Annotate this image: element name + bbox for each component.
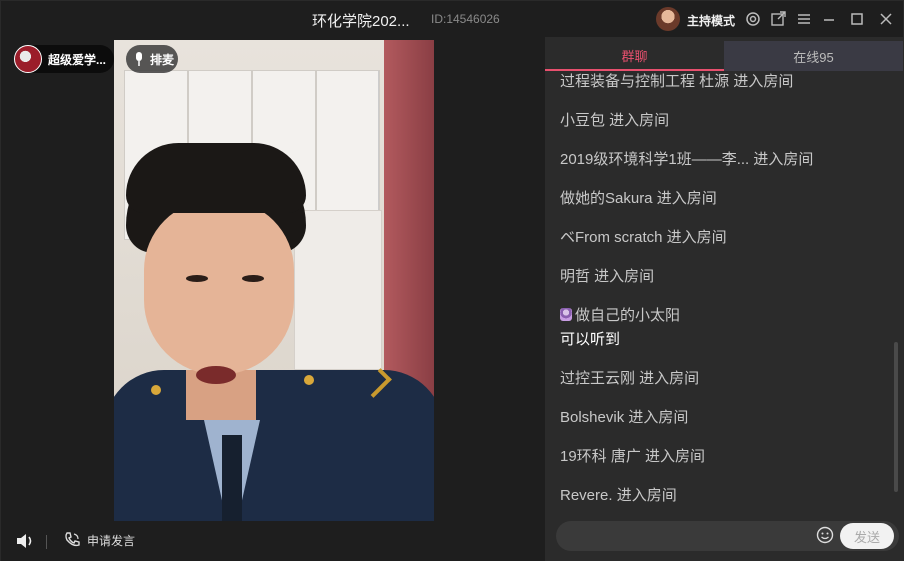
chat-message: Bolshevik 进入房间 <box>560 409 689 426</box>
chat-message-user: 做自己的小太阳 <box>560 304 680 325</box>
microphone-icon <box>136 52 142 66</box>
stage-bottom-bar: 申请发言 <box>1 525 545 561</box>
mic-queue-button[interactable]: 排麦 <box>126 45 178 73</box>
chat-tabs: 群聊 在线95 <box>545 41 903 71</box>
popout-icon[interactable] <box>768 9 788 29</box>
chat-message: 明哲 进入房间 <box>560 268 655 285</box>
user-emoji-icon <box>560 308 572 321</box>
live-room-window: 环化学院202... ID:14546026 主持模式 超级爱学... 排麦 申… <box>0 0 904 561</box>
streamer-avatar[interactable] <box>14 45 42 73</box>
host-avatar[interactable] <box>656 7 680 31</box>
speaker-icon[interactable] <box>15 531 35 556</box>
tab-group-chat[interactable]: 群聊 <box>545 41 724 71</box>
minimize-icon[interactable] <box>819 9 839 29</box>
chat-message: 19环科 唐广 进入房间 <box>560 448 706 465</box>
chat-message: 过程装备与控制工程 杜源 进入房间 <box>560 73 794 90</box>
chat-scrollbar[interactable] <box>894 342 898 492</box>
video-stage: 超级爱学... 排麦 申请发言 <box>1 37 545 561</box>
message-list[interactable]: 过程装备与控制工程 杜源 进入房间 小豆包 进入房间 2019级环境科学1班——… <box>545 71 891 513</box>
live-video[interactable] <box>114 40 434 521</box>
chat-input[interactable] <box>566 526 806 546</box>
chat-message: 做她的Sakura 进入房间 <box>560 190 717 207</box>
chat-user-name: 做自己的小太阳 <box>575 307 681 324</box>
divider <box>46 535 47 549</box>
chat-message: 小豆包 进入房间 <box>560 112 670 129</box>
streamer-name: 超级爱学... <box>48 52 107 67</box>
host-mode-label[interactable]: 主持模式 <box>687 12 735 29</box>
title-bar: 环化学院202... ID:14546026 主持模式 <box>1 1 903 37</box>
chat-message: ベFrom scratch 进入房间 <box>560 229 727 246</box>
apply-to-speak-button[interactable]: 申请发言 <box>63 531 135 549</box>
tab-online[interactable]: 在线95 <box>724 41 903 71</box>
room-id: ID:14546026 <box>431 12 500 26</box>
chat-message-text: 可以听到 <box>560 331 621 348</box>
send-button[interactable]: 发送 <box>840 523 894 549</box>
mic-queue-label: 排麦 <box>150 52 175 67</box>
chat-input-box: 发送 <box>556 521 899 551</box>
chat-message: Revere. 进入房间 <box>560 487 677 504</box>
close-icon[interactable] <box>876 9 896 29</box>
phone-icon <box>65 532 80 547</box>
chat-panel: 群聊 在线95 过程装备与控制工程 杜源 进入房间 小豆包 进入房间 2019级… <box>545 37 903 561</box>
chat-message: 过控王云刚 进入房间 <box>560 370 700 387</box>
streamer-badge[interactable]: 超级爱学... <box>14 45 114 73</box>
apply-to-speak-label: 申请发言 <box>87 533 136 548</box>
emoji-icon[interactable] <box>816 526 834 549</box>
room-title: 环化学院202... <box>312 13 410 30</box>
settings-icon[interactable] <box>743 9 763 29</box>
menu-icon[interactable] <box>794 9 814 29</box>
maximize-icon[interactable] <box>847 9 867 29</box>
chat-message: 2019级环境科学1班——李... 进入房间 <box>560 151 814 168</box>
